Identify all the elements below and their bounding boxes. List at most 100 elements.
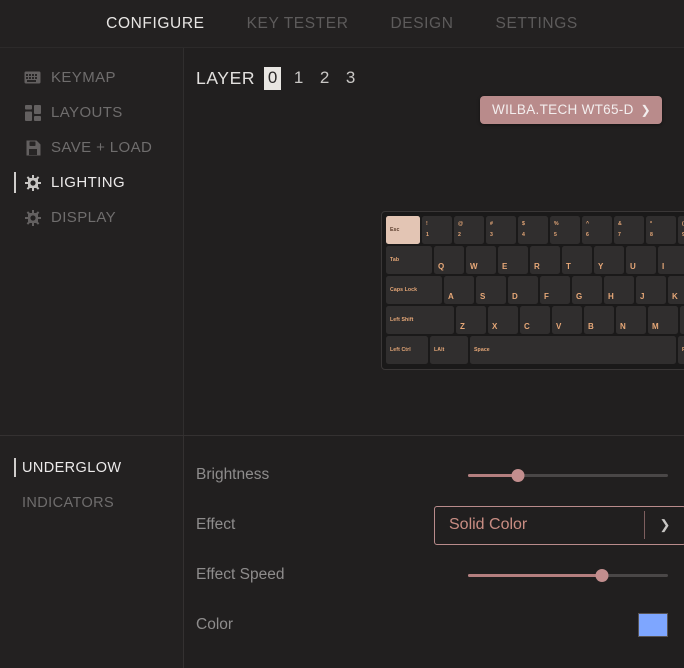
key-caps-lock[interactable]: Caps Lock [386, 276, 442, 304]
tab-key-tester[interactable]: KEY TESTER [245, 13, 351, 35]
key-legend-top: $ [522, 221, 525, 227]
key-3[interactable]: #3 [486, 216, 516, 244]
key-i[interactable]: I [658, 246, 684, 274]
keyboard-icon [24, 69, 41, 86]
key-q[interactable]: Q [434, 246, 464, 274]
key-s[interactable]: S [476, 276, 506, 304]
key-legend-top: ! [426, 221, 428, 227]
key-9[interactable]: (9 [678, 216, 684, 244]
key-z[interactable]: Z [456, 306, 486, 334]
key-y[interactable]: Y [594, 246, 624, 274]
key-c[interactable]: C [520, 306, 550, 334]
layer-option-1[interactable]: 1 [290, 67, 307, 90]
key-4[interactable]: $4 [518, 216, 548, 244]
key-legend: Q [438, 262, 445, 271]
effect-speed-slider[interactable] [468, 567, 668, 583]
key-legend: Left Shift [390, 317, 414, 323]
active-indicator [14, 458, 16, 477]
color-swatch[interactable] [638, 613, 668, 637]
key-legend: 1 [426, 232, 429, 238]
key-[interactable]: <, [680, 306, 684, 334]
sub-nav-indicators[interactable]: INDICATORS [0, 485, 183, 520]
key-t[interactable]: T [562, 246, 592, 274]
key-esc[interactable]: Esc [386, 216, 420, 244]
keyboard-row: TabQWERTYUIOP{[}]|\PgUp [386, 246, 684, 274]
key-lalt[interactable]: LAlt [430, 336, 468, 364]
key-k[interactable]: K [668, 276, 684, 304]
key-h[interactable]: H [604, 276, 634, 304]
key-legend: 8 [650, 232, 653, 238]
lighting-chip-icon [24, 174, 41, 191]
key-5[interactable]: % 5 [550, 216, 580, 244]
key-ralt[interactable]: RAlt [678, 336, 684, 364]
key-legend: I [662, 262, 665, 271]
slider-thumb[interactable] [595, 568, 609, 582]
sub-nav-underglow[interactable]: UNDERGLOW [0, 450, 183, 485]
key-legend: Space [474, 347, 490, 353]
key-space[interactable]: Space [470, 336, 676, 364]
sidebar-item-display[interactable]: DISPLAY [0, 200, 183, 235]
keyboard-selector-badge[interactable]: WILBA.TECH WT65-D ❯ [480, 96, 662, 124]
key-j[interactable]: J [636, 276, 666, 304]
key-r[interactable]: R [530, 246, 560, 274]
key-legend: W [470, 262, 478, 271]
key-legend: Tab [390, 257, 400, 263]
key-tab[interactable]: Tab [386, 246, 432, 274]
key-left-shift[interactable]: Left Shift [386, 306, 454, 334]
keyboard-row: Caps LockASDFGHJKL:;"'EnterPgDn [386, 276, 684, 304]
key-f[interactable]: F [540, 276, 570, 304]
key-b[interactable]: B [584, 306, 614, 334]
keyboard-row: Esc!1@2#3$4%5^6&7*8(9)0_-+=BackspaceHome [386, 216, 684, 244]
effect-select[interactable]: Solid Color ❯ [434, 505, 684, 545]
tab-configure[interactable]: CONFIGURE [104, 13, 206, 35]
brightness-label: Brightness [196, 466, 270, 483]
key-2[interactable]: @2 [454, 216, 484, 244]
layer-label: LAYER [196, 67, 256, 88]
key-left-ctrl[interactable]: Left Ctrl [386, 336, 428, 364]
key-n[interactable]: N [616, 306, 646, 334]
chevron-down-icon: ❯ [640, 102, 651, 117]
key-8[interactable]: * 8 [646, 216, 676, 244]
sidebar-item-save-load[interactable]: SAVE + LOAD [0, 130, 183, 165]
key-legend-top: @ [458, 221, 464, 227]
slider-thumb[interactable] [511, 468, 525, 482]
sidebar-item-layouts[interactable]: LAYOUTS [0, 95, 183, 130]
tab-settings[interactable]: SETTINGS [494, 13, 580, 35]
key-6[interactable]: ^ 6 [582, 216, 612, 244]
layer-option-3[interactable]: 3 [342, 67, 359, 90]
key-legend: LAlt [434, 347, 445, 353]
sidebar: KEYMAP LAYOUTS SAVE + LOAD LIGHTING DISP… [0, 48, 184, 435]
chevron-down-icon[interactable]: ❯ [645, 517, 684, 533]
tab-design[interactable]: DESIGN [388, 13, 455, 35]
control-row-effect-speed: Effect Speed [196, 550, 668, 600]
key-d[interactable]: D [508, 276, 538, 304]
control-row-color: Color [196, 600, 668, 650]
lighting-sub-nav: UNDERGLOW INDICATORS [0, 436, 184, 668]
key-legend: Z [460, 322, 465, 331]
key-g[interactable]: G [572, 276, 602, 304]
key-v[interactable]: V [552, 306, 582, 334]
key-legend: B [588, 322, 594, 331]
key-legend-top: # [490, 221, 493, 227]
layer-option-2[interactable]: 2 [316, 67, 333, 90]
brightness-slider[interactable] [468, 467, 668, 483]
key-a[interactable]: A [444, 276, 474, 304]
sidebar-item-lighting[interactable]: LIGHTING [0, 165, 183, 200]
key-legend: 3 [490, 232, 493, 238]
key-u[interactable]: U [626, 246, 656, 274]
key-e[interactable]: E [498, 246, 528, 274]
key-legend: T [566, 262, 571, 271]
key-7[interactable]: & 7 [614, 216, 644, 244]
sidebar-item-label: DISPLAY [51, 209, 117, 226]
key-1[interactable]: ! 1 [422, 216, 452, 244]
key-legend: 7 [618, 232, 621, 238]
keyboard-layout[interactable]: Esc!1@2#3$4%5^6&7*8(9)0_-+=BackspaceHome… [381, 211, 684, 370]
layouts-icon [24, 104, 41, 121]
keyboard-selector-label: WILBA.TECH WT65-D [492, 102, 634, 117]
key-legend: Left Ctrl [390, 347, 411, 353]
key-x[interactable]: X [488, 306, 518, 334]
sidebar-item-keymap[interactable]: KEYMAP [0, 60, 183, 95]
key-w[interactable]: W [466, 246, 496, 274]
layer-option-0[interactable]: 0 [264, 66, 282, 90]
key-m[interactable]: M [648, 306, 678, 334]
